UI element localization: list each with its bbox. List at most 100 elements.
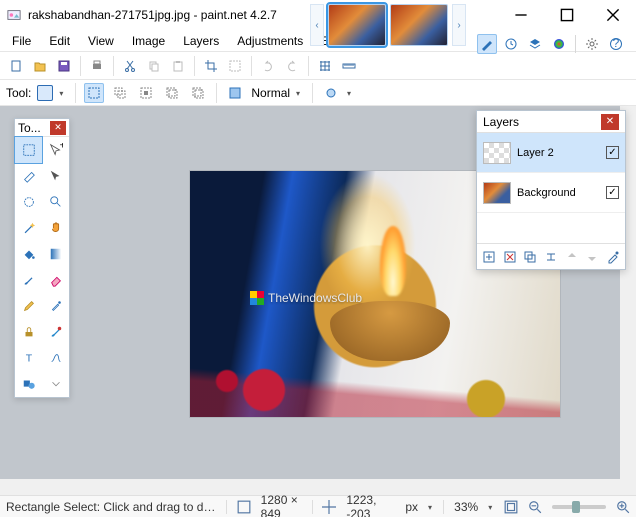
grid-icon[interactable]	[315, 56, 335, 76]
tool-shapes[interactable]	[15, 371, 42, 397]
selection-xor-icon[interactable]	[188, 83, 208, 103]
svg-text:?: ?	[613, 37, 620, 50]
layer-move-up-icon[interactable]	[564, 249, 580, 265]
image-size-icon	[237, 500, 251, 514]
layer-properties-icon[interactable]	[605, 249, 621, 265]
aux-windows-toggles: ?	[477, 34, 626, 54]
blend-mode-label[interactable]: Normal	[251, 86, 290, 100]
tool-text[interactable]: T	[15, 345, 42, 371]
tool-magic-wand[interactable]	[15, 215, 42, 241]
imagelist-next[interactable]: ›	[452, 4, 466, 46]
menu-edit[interactable]: Edit	[41, 32, 78, 50]
tool-paintbrush[interactable]	[15, 267, 42, 293]
tool-shapes-dropdown[interactable]	[42, 371, 69, 397]
layers-window-header[interactable]: Layers ✕	[477, 111, 625, 133]
tool-clone-stamp[interactable]	[15, 319, 42, 345]
layers-window-close-icon[interactable]: ✕	[601, 114, 619, 130]
tool-selector[interactable]	[37, 85, 53, 101]
svg-text:T: T	[25, 353, 32, 365]
menu-layers[interactable]: Layers	[175, 32, 227, 50]
deselect-icon[interactable]	[225, 56, 245, 76]
layer-visibility-checkbox[interactable]: ✓	[606, 146, 619, 159]
menu-image[interactable]: Image	[124, 32, 173, 50]
layer-row[interactable]: Layer 2 ✓	[477, 133, 625, 173]
selection-add-icon[interactable]	[110, 83, 130, 103]
tool-ellipse-select[interactable]	[15, 189, 42, 215]
cut-icon[interactable]	[120, 56, 140, 76]
colors-toggle-icon[interactable]	[549, 34, 569, 54]
zoom-slider[interactable]	[552, 505, 606, 509]
layer-move-down-icon[interactable]	[584, 249, 600, 265]
image-list: ‹ ›	[310, 4, 466, 46]
tool-pencil[interactable]	[15, 293, 42, 319]
sampling-dropdown-icon[interactable]: ▾	[347, 89, 355, 97]
menu-file[interactable]: File	[4, 32, 39, 50]
tool-rectangle-select[interactable]	[15, 137, 42, 163]
paste-icon[interactable]	[168, 56, 188, 76]
tool-options-bar: Tool: ▾ Normal ▾ ▾	[0, 80, 636, 106]
layer-add-icon[interactable]	[481, 249, 497, 265]
minimize-button[interactable]	[498, 0, 544, 30]
save-icon[interactable]	[54, 56, 74, 76]
tool-recolor[interactable]	[42, 319, 69, 345]
layers-window[interactable]: Layers ✕ Layer 2 ✓ Background ✓	[476, 110, 626, 270]
tool-move-selection[interactable]: +	[42, 137, 69, 163]
image-thumbnail-1[interactable]	[328, 4, 386, 46]
menu-adjustments[interactable]: Adjustments	[229, 32, 311, 50]
main-toolbar	[0, 52, 636, 80]
print-icon[interactable]	[87, 56, 107, 76]
maximize-button[interactable]	[544, 0, 590, 30]
tool-dropdown-icon[interactable]: ▾	[59, 89, 67, 97]
image-thumbnail-2[interactable]	[390, 4, 448, 46]
imagelist-prev[interactable]: ‹	[310, 4, 324, 46]
layers-window-title: Layers	[483, 115, 519, 129]
status-units[interactable]: px	[405, 500, 418, 514]
sampling-icon[interactable]	[321, 83, 341, 103]
status-zoom[interactable]: 33%	[454, 500, 478, 514]
crop-icon[interactable]	[201, 56, 221, 76]
layer-name: Layer 2	[517, 147, 600, 159]
tool-color-picker[interactable]	[42, 293, 69, 319]
redo-icon[interactable]	[282, 56, 302, 76]
blend-dropdown-icon[interactable]: ▾	[296, 89, 304, 97]
zoom-window-icon[interactable]	[504, 500, 518, 514]
tool-gradient[interactable]	[42, 241, 69, 267]
tools-toggle-icon[interactable]	[477, 34, 497, 54]
zoom-in-icon[interactable]	[616, 500, 630, 514]
tool-paint-bucket[interactable]	[15, 241, 42, 267]
horizontal-scrollbar[interactable]	[0, 479, 620, 495]
history-toggle-icon[interactable]	[501, 34, 521, 54]
layers-toggle-icon[interactable]	[525, 34, 545, 54]
new-icon[interactable]	[6, 56, 26, 76]
copy-icon[interactable]	[144, 56, 164, 76]
tools-window-header[interactable]: To... ✕	[15, 119, 69, 137]
flood-mode-icon[interactable]	[225, 83, 245, 103]
undo-icon[interactable]	[258, 56, 278, 76]
selection-subtract-icon[interactable]	[136, 83, 156, 103]
tool-pan[interactable]	[42, 215, 69, 241]
layer-visibility-checkbox[interactable]: ✓	[606, 186, 619, 199]
menu-view[interactable]: View	[80, 32, 122, 50]
close-button[interactable]	[590, 0, 636, 30]
layer-row[interactable]: Background ✓	[477, 173, 625, 213]
help-icon[interactable]: ?	[606, 34, 626, 54]
selection-replace-icon[interactable]	[84, 83, 104, 103]
tool-zoom[interactable]	[42, 189, 69, 215]
tools-window-close-icon[interactable]: ✕	[50, 121, 66, 135]
tools-window[interactable]: To... ✕ + T	[14, 118, 70, 398]
layer-merge-icon[interactable]	[543, 249, 559, 265]
selection-intersect-icon[interactable]	[162, 83, 182, 103]
zoom-out-icon[interactable]	[528, 500, 542, 514]
layer-delete-icon[interactable]	[502, 249, 518, 265]
tool-eraser[interactable]	[42, 267, 69, 293]
open-icon[interactable]	[30, 56, 50, 76]
watermark: TheWindowsClub	[250, 291, 362, 305]
status-image-size: 1280 × 849	[261, 493, 302, 517]
tool-move-selected-pixels[interactable]	[42, 163, 69, 189]
app-icon	[6, 7, 22, 23]
tool-line[interactable]	[42, 345, 69, 371]
ruler-icon[interactable]	[339, 56, 359, 76]
tool-lasso-select[interactable]	[15, 163, 42, 189]
settings-icon[interactable]	[582, 34, 602, 54]
layer-duplicate-icon[interactable]	[522, 249, 538, 265]
